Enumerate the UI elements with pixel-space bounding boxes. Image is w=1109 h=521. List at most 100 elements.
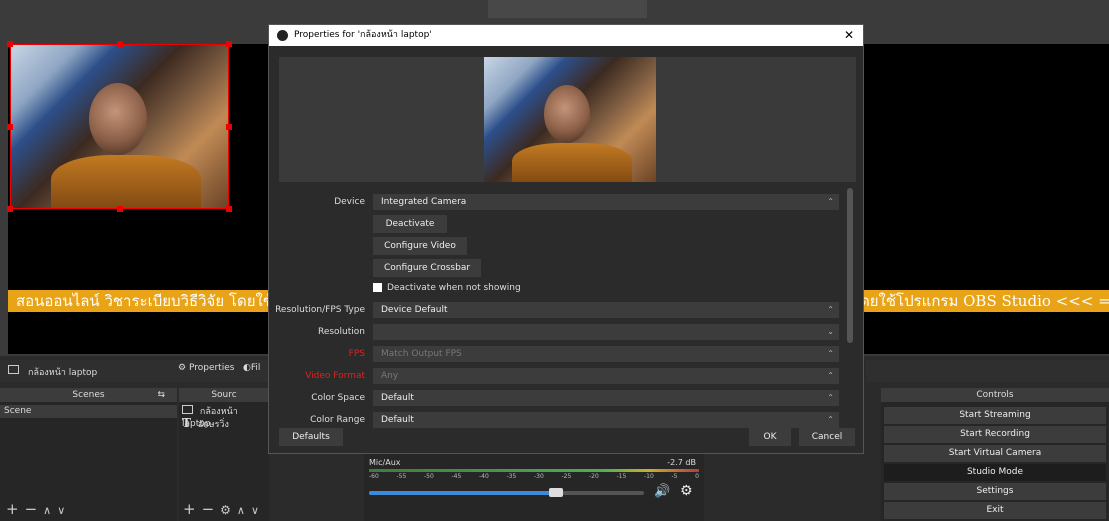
source-toolbar: กล้องหน้า laptop ⚙ Properties ◐Fil	[0, 360, 270, 382]
deactivate-checkbox-label: Deactivate when not showing	[387, 283, 521, 293]
ticker-text-left: สอนออนไลน์ วิชาระเบียบวิธีวิจัย โดยใช้โป	[16, 292, 291, 310]
updown-icon: ⌃	[827, 393, 834, 402]
move-down-icon[interactable]: ∨	[251, 504, 265, 517]
start-recording-button[interactable]: Start Recording	[884, 426, 1106, 443]
camera-source-preview[interactable]	[10, 44, 229, 209]
remove-source-icon[interactable]: −	[202, 500, 221, 518]
start-virtual-camera-button[interactable]: Start Virtual Camera	[884, 445, 1106, 462]
video-format-label: Video Format	[305, 371, 365, 381]
color-range-label: Color Range	[310, 415, 365, 425]
updown-icon: ⌃	[827, 415, 834, 424]
source-item[interactable]: T อักษรวิ่ง	[179, 416, 269, 430]
volume-meter	[369, 469, 699, 472]
resfps-select[interactable]: Device Default ⌃	[373, 302, 839, 318]
resize-handle[interactable]	[117, 41, 123, 47]
video-format-select: Any ⌃	[373, 368, 839, 384]
color-space-select[interactable]: Default ⌃	[373, 390, 839, 406]
start-streaming-button[interactable]: Start Streaming	[884, 407, 1106, 424]
mixer-track-name: Mic/Aux	[369, 458, 401, 467]
camera-icon	[182, 405, 193, 414]
filter-icon: ◐	[243, 363, 251, 373]
scene-controls: +−∧∨	[6, 500, 71, 518]
fps-label: FPS	[348, 349, 365, 359]
dialog-title: Properties for 'กล้องหน้า laptop'	[294, 30, 432, 40]
updown-icon: ⌃	[827, 371, 834, 380]
camera-icon	[8, 365, 19, 374]
meter-scale: -60 -55 -50 -45 -40 -35 -30 -25 -20 -15 -10 -5 0	[369, 473, 699, 480]
properties-scrollbar[interactable]	[847, 188, 853, 343]
mixer-level: -2.7 dB	[667, 458, 696, 467]
gear-icon[interactable]: ⚙	[680, 483, 693, 499]
volume-slider-fill	[369, 491, 556, 495]
scenes-header: Scenes ⇆	[0, 388, 177, 402]
updown-icon: ⌃	[827, 349, 834, 358]
color-space-label: Color Space	[311, 393, 365, 403]
exit-button[interactable]: Exit	[884, 502, 1106, 519]
configure-crossbar-button[interactable]: Configure Crossbar	[373, 259, 481, 277]
ticker-text-right: ดยใช้โปรแกรม OBS Studio <<< ====	[860, 292, 1109, 310]
move-down-icon[interactable]: ∨	[57, 504, 71, 517]
controls-dock: Controls Start Streaming Start Recording…	[881, 388, 1109, 521]
resize-handle[interactable]	[117, 206, 123, 212]
resolution-combobox[interactable]: ⌄	[373, 324, 839, 340]
sources-header: Sourc	[179, 388, 269, 402]
defaults-button[interactable]: Defaults	[279, 428, 343, 446]
deactivate-checkbox[interactable]	[373, 283, 382, 292]
scenes-dock: Scenes ⇆ Scene +−∧∨	[0, 388, 177, 521]
chevron-down-icon: ⌄	[827, 327, 834, 336]
filters-button[interactable]: ◐Fil	[243, 363, 260, 373]
text-icon: T	[182, 416, 191, 430]
properties-dialog: Properties for 'กล้องหน้า laptop' ✕ Devi…	[268, 24, 864, 454]
dialog-camera-preview	[484, 57, 656, 182]
volume-slider[interactable]	[369, 491, 644, 495]
selected-source-name: กล้องหน้า laptop	[28, 368, 98, 378]
ok-button[interactable]: OK	[749, 428, 791, 446]
resolution-label: Resolution	[317, 327, 365, 337]
right-toolbar	[866, 360, 1109, 382]
studio-mode-button[interactable]: Studio Mode	[884, 464, 1106, 481]
camera-face	[544, 85, 590, 143]
settings-button[interactable]: Settings	[884, 483, 1106, 500]
resize-handle[interactable]	[226, 41, 232, 47]
updown-icon: ⌃	[827, 197, 834, 206]
source-item[interactable]: กล้องหน้า laptop	[179, 405, 269, 429]
resize-handle[interactable]	[7, 41, 13, 47]
resize-handle[interactable]	[7, 206, 13, 212]
camera-face	[89, 83, 147, 155]
move-up-icon[interactable]: ∧	[237, 504, 251, 517]
scene-item[interactable]: Scene	[0, 405, 177, 418]
dialog-titlebar: Properties for 'กล้องหน้า laptop' ✕	[269, 25, 863, 46]
volume-slider-handle[interactable]	[549, 488, 563, 497]
controls-header: Controls	[881, 388, 1109, 402]
camera-body	[51, 155, 201, 208]
sources-dock: Sourc กล้องหน้า laptop T อักษรวิ่ง +−⚙∧∨	[179, 388, 269, 521]
source-controls: +−⚙∧∨	[183, 500, 265, 518]
speaker-icon[interactable]: 🔊	[654, 484, 670, 499]
color-range-select[interactable]: Default ⌃	[373, 412, 839, 428]
gear-icon: ⚙	[178, 363, 187, 373]
audio-mixer: Mic/Aux -2.7 dB -60 -55 -50 -45 -40 -35 -30 -25…	[364, 452, 704, 521]
add-scene-icon[interactable]: +	[6, 500, 25, 518]
configure-video-button[interactable]: Configure Video	[373, 237, 467, 255]
remove-scene-icon[interactable]: −	[25, 500, 44, 518]
device-label: Device	[334, 197, 365, 207]
move-up-icon[interactable]: ∧	[43, 504, 57, 517]
deactivate-button[interactable]: Deactivate	[373, 215, 447, 233]
gear-icon[interactable]: ⚙	[220, 503, 237, 517]
obs-logo-icon	[277, 30, 288, 41]
cancel-button[interactable]: Cancel	[799, 428, 855, 446]
resfps-label: Resolution/FPS Type	[275, 305, 365, 315]
resize-handle[interactable]	[226, 206, 232, 212]
device-select[interactable]: Integrated Camera ⌃	[373, 194, 839, 210]
camera-body	[512, 143, 632, 182]
properties-button[interactable]: ⚙ Properties	[178, 363, 234, 373]
dock-menu-icon[interactable]: ⇆	[157, 388, 165, 402]
add-source-icon[interactable]: +	[183, 500, 202, 518]
resize-handle[interactable]	[7, 124, 13, 130]
fps-select: Match Output FPS ⌃	[373, 346, 839, 362]
close-icon[interactable]: ✕	[844, 25, 854, 46]
window-top-strip	[488, 0, 647, 18]
resize-handle[interactable]	[226, 124, 232, 130]
dialog-preview	[279, 57, 856, 182]
updown-icon: ⌃	[827, 305, 834, 314]
